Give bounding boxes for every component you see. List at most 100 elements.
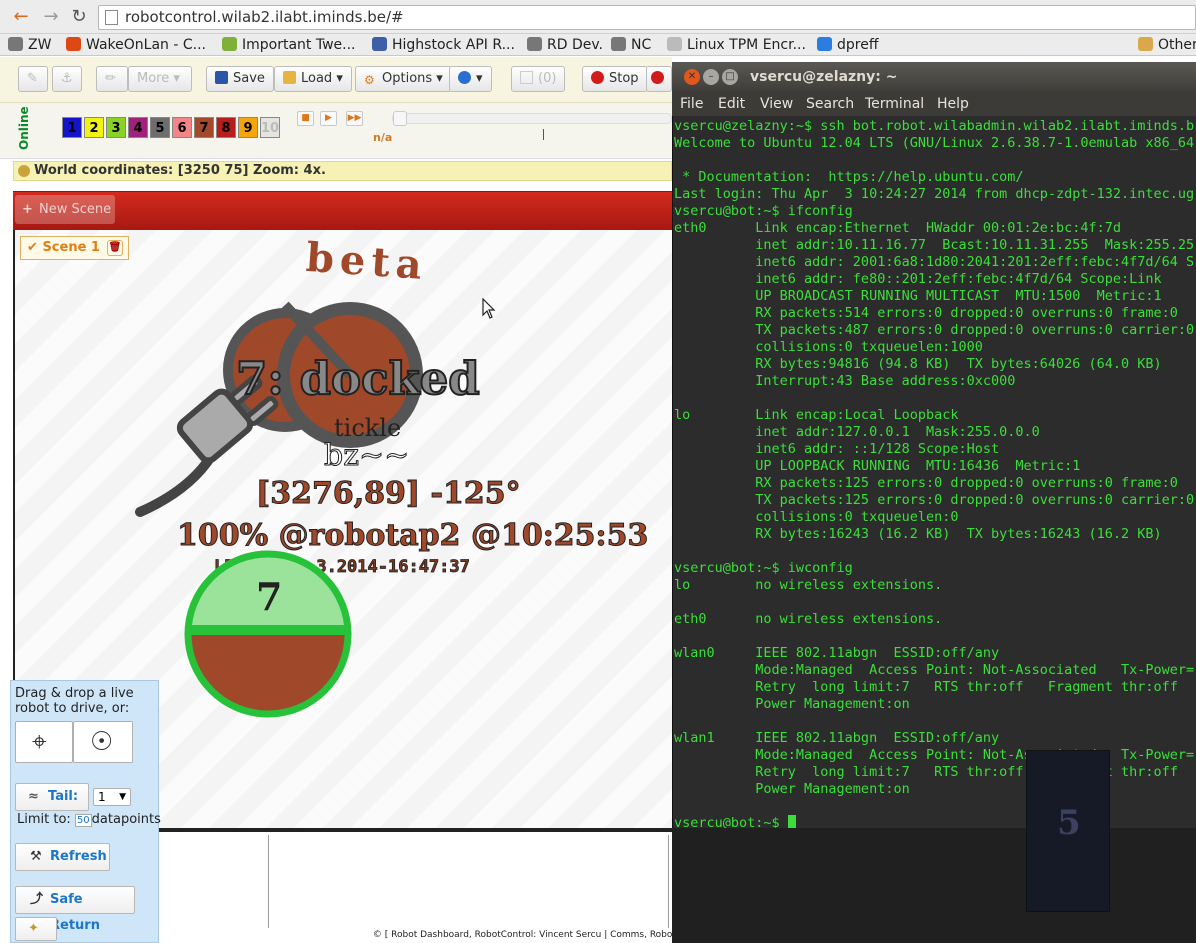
terminal-output[interactable]: vsercu@zelazny:~$ ssh bot.robot.wilabadm… <box>674 118 1196 835</box>
robot-number-1[interactable]: 1 <box>62 117 82 138</box>
robot-number-7[interactable]: 7 <box>194 117 214 138</box>
edit-pen-button[interactable]: ✎ <box>18 66 48 92</box>
terminal-line: inet addr:127.0.0.1 Mask:255.0.0.0 <box>674 424 1196 441</box>
compass-button[interactable]: ☉ <box>73 721 133 763</box>
terminal-titlebar[interactable]: vsercu@zelazny: ~ <box>672 62 1196 92</box>
bookmark-icon <box>611 37 626 51</box>
robot-number-10[interactable]: 10 <box>260 117 280 138</box>
pane-divider-2 <box>668 835 669 930</box>
url-bar[interactable]: robotcontrol.wilab2.ilabt.iminds.be/# <box>98 5 1196 30</box>
terminal-line: inet6 addr: 2001:6a8:1d80:2041:201:2eff:… <box>674 254 1196 271</box>
clipboard-count: (0) <box>538 71 557 86</box>
terminal-line: RX packets:125 errors:0 dropped:0 overru… <box>674 475 1196 492</box>
power-button[interactable] <box>646 66 672 92</box>
bookmark-item[interactable]: ZW <box>8 36 51 54</box>
terminal-menu-view[interactable]: View <box>760 92 793 116</box>
help-button[interactable]: ▾ <box>449 66 492 92</box>
save-button[interactable]: Save <box>206 66 274 92</box>
robot-number-9[interactable]: 9 <box>238 117 258 138</box>
terminal-menu-terminal[interactable]: Terminal <box>865 92 924 116</box>
bookmark-label: ZW <box>28 37 52 53</box>
clipboard-button[interactable]: (0) <box>511 66 565 92</box>
bookmark-label: RD Dev. <box>547 37 603 53</box>
bookmark-item[interactable]: Linux TPM Encr... <box>667 36 806 54</box>
map-pin-icon: ⌖ <box>32 727 47 757</box>
new-scene-button[interactable]: + New Scene <box>15 195 115 224</box>
robot-number-2[interactable]: 2 <box>84 117 104 138</box>
terminal-line: UP BROADCAST RUNNING MULTICAST MTU:1500 … <box>674 288 1196 305</box>
terminal-menubar: File Edit View Search Terminal Help <box>672 92 1196 116</box>
clear-button[interactable]: ✦ <box>15 917 57 941</box>
bookmark-item[interactable]: NC <box>611 36 651 54</box>
maximize-icon[interactable]: □ <box>722 69 738 85</box>
terminal-menu-file[interactable]: File <box>680 92 703 116</box>
bookmark-item[interactable]: dpreff <box>817 36 878 54</box>
bookmark-item[interactable]: Highstock API R... <box>372 36 515 54</box>
terminal-line: RX bytes:16243 (16.2 KB) TX bytes:16243 … <box>674 526 1196 543</box>
online-label: Online <box>17 106 31 150</box>
terminal-line-text: Retry long limit:7 RTS thr:off Fragment … <box>674 679 1178 695</box>
tail-label: Tail: <box>48 789 79 804</box>
slider-tick <box>543 129 544 140</box>
page-icon <box>105 10 118 25</box>
limit-prefix: Limit to: <box>17 812 71 827</box>
terminal-menu-edit[interactable]: Edit <box>718 92 745 116</box>
refresh-button[interactable]: ⚒ Refresh <box>15 843 110 871</box>
forward-arrow-icon[interactable]: → <box>40 6 62 28</box>
robot-number-8[interactable]: 8 <box>216 117 236 138</box>
time-slider-handle[interactable] <box>393 111 407 126</box>
terminal-line-text: Power Management:on <box>674 696 910 712</box>
back-arrow-icon[interactable]: ← <box>10 6 32 28</box>
bookmark-item[interactable]: Other <box>1138 36 1196 54</box>
options-button[interactable]: ⚙ Options ▾ <box>355 66 452 92</box>
bookmark-label: Linux TPM Encr... <box>687 37 806 53</box>
control-panel: Drag & drop a live robot to drive, or: ⌖… <box>10 680 161 943</box>
reload-icon[interactable]: ↻ <box>68 6 90 28</box>
drive-to-point-button[interactable]: ⌖ <box>15 721 73 763</box>
terminal-line-text: inet6 addr: fe80::201:2eff:febc:4f7d/64 … <box>674 271 1162 287</box>
trash-icon[interactable]: 🗑 <box>107 240 123 256</box>
bookmark-item[interactable]: RD Dev. <box>527 36 603 54</box>
terminal-line: RX bytes:94816 (94.8 KB) TX bytes:64026 … <box>674 356 1196 373</box>
robot-number-5[interactable]: 5 <box>150 117 170 138</box>
minimize-icon[interactable]: – <box>703 69 719 85</box>
load-button[interactable]: Load ▾ <box>274 66 352 92</box>
play-icon[interactable]: ▶ <box>320 111 337 126</box>
robot-number-3[interactable]: 3 <box>106 117 126 138</box>
fast-forward-icon[interactable]: ▶▶ <box>346 111 363 126</box>
bookmark-label: WakeOnLan - C... <box>86 37 206 53</box>
chevron-down-icon: ▼ <box>119 792 126 802</box>
terminal-line: RX packets:514 errors:0 dropped:0 overru… <box>674 305 1196 322</box>
terminal-line-text: vsercu@zelazny:~$ ssh bot.robot.wilabadm… <box>674 118 1195 134</box>
more-button[interactable]: More ▾ <box>128 66 192 92</box>
bookmark-item[interactable]: Important Twe... <box>222 36 356 54</box>
time-slider[interactable] <box>392 113 672 124</box>
stop-playback-icon[interactable]: ■ <box>297 111 314 126</box>
terminal-line: eth0 Link encap:Ethernet HWaddr 00:01:2e… <box>674 220 1196 237</box>
terminal-line-text: TX packets:487 errors:0 dropped:0 overru… <box>674 322 1195 338</box>
tail-select[interactable]: 1 ▼ <box>93 788 131 806</box>
help-icon <box>458 71 471 84</box>
terminal-line: wlan0 IEEE 802.11abgn ESSID:off/any <box>674 645 1196 662</box>
info-icon <box>18 165 30 177</box>
safe-return-button[interactable]: ⤴ Safe Return <box>15 886 135 933</box>
draw-button[interactable]: ✏ <box>96 66 128 92</box>
robot-number-4[interactable]: 4 <box>128 117 148 138</box>
scene-tab[interactable]: ✔ Scene 1 🗑 <box>20 236 129 260</box>
limit-input[interactable]: 50 <box>74 814 92 827</box>
robot-number-6[interactable]: 6 <box>172 117 192 138</box>
anchor-button[interactable]: ⚓ <box>52 66 82 92</box>
check-icon: ✔ <box>27 240 38 255</box>
terminal-line: lo no wireless extensions. <box>674 577 1196 594</box>
stop-button[interactable]: Stop <box>582 66 648 92</box>
tail-button[interactable]: ≈ Tail: <box>15 783 89 811</box>
terminal-menu-help[interactable]: Help <box>937 92 969 116</box>
terminal-line: Retry long limit:7 RTS thr:off Fragment … <box>674 764 1196 781</box>
bookmark-item[interactable]: WakeOnLan - C... <box>66 36 206 54</box>
browser-nav-bar: ← → ↻ robotcontrol.wilab2.ilabt.iminds.b… <box>0 0 1196 34</box>
terminal-empty-area <box>672 828 1196 943</box>
close-icon[interactable]: ✕ <box>684 69 700 85</box>
terminal-menu-search[interactable]: Search <box>806 92 854 116</box>
